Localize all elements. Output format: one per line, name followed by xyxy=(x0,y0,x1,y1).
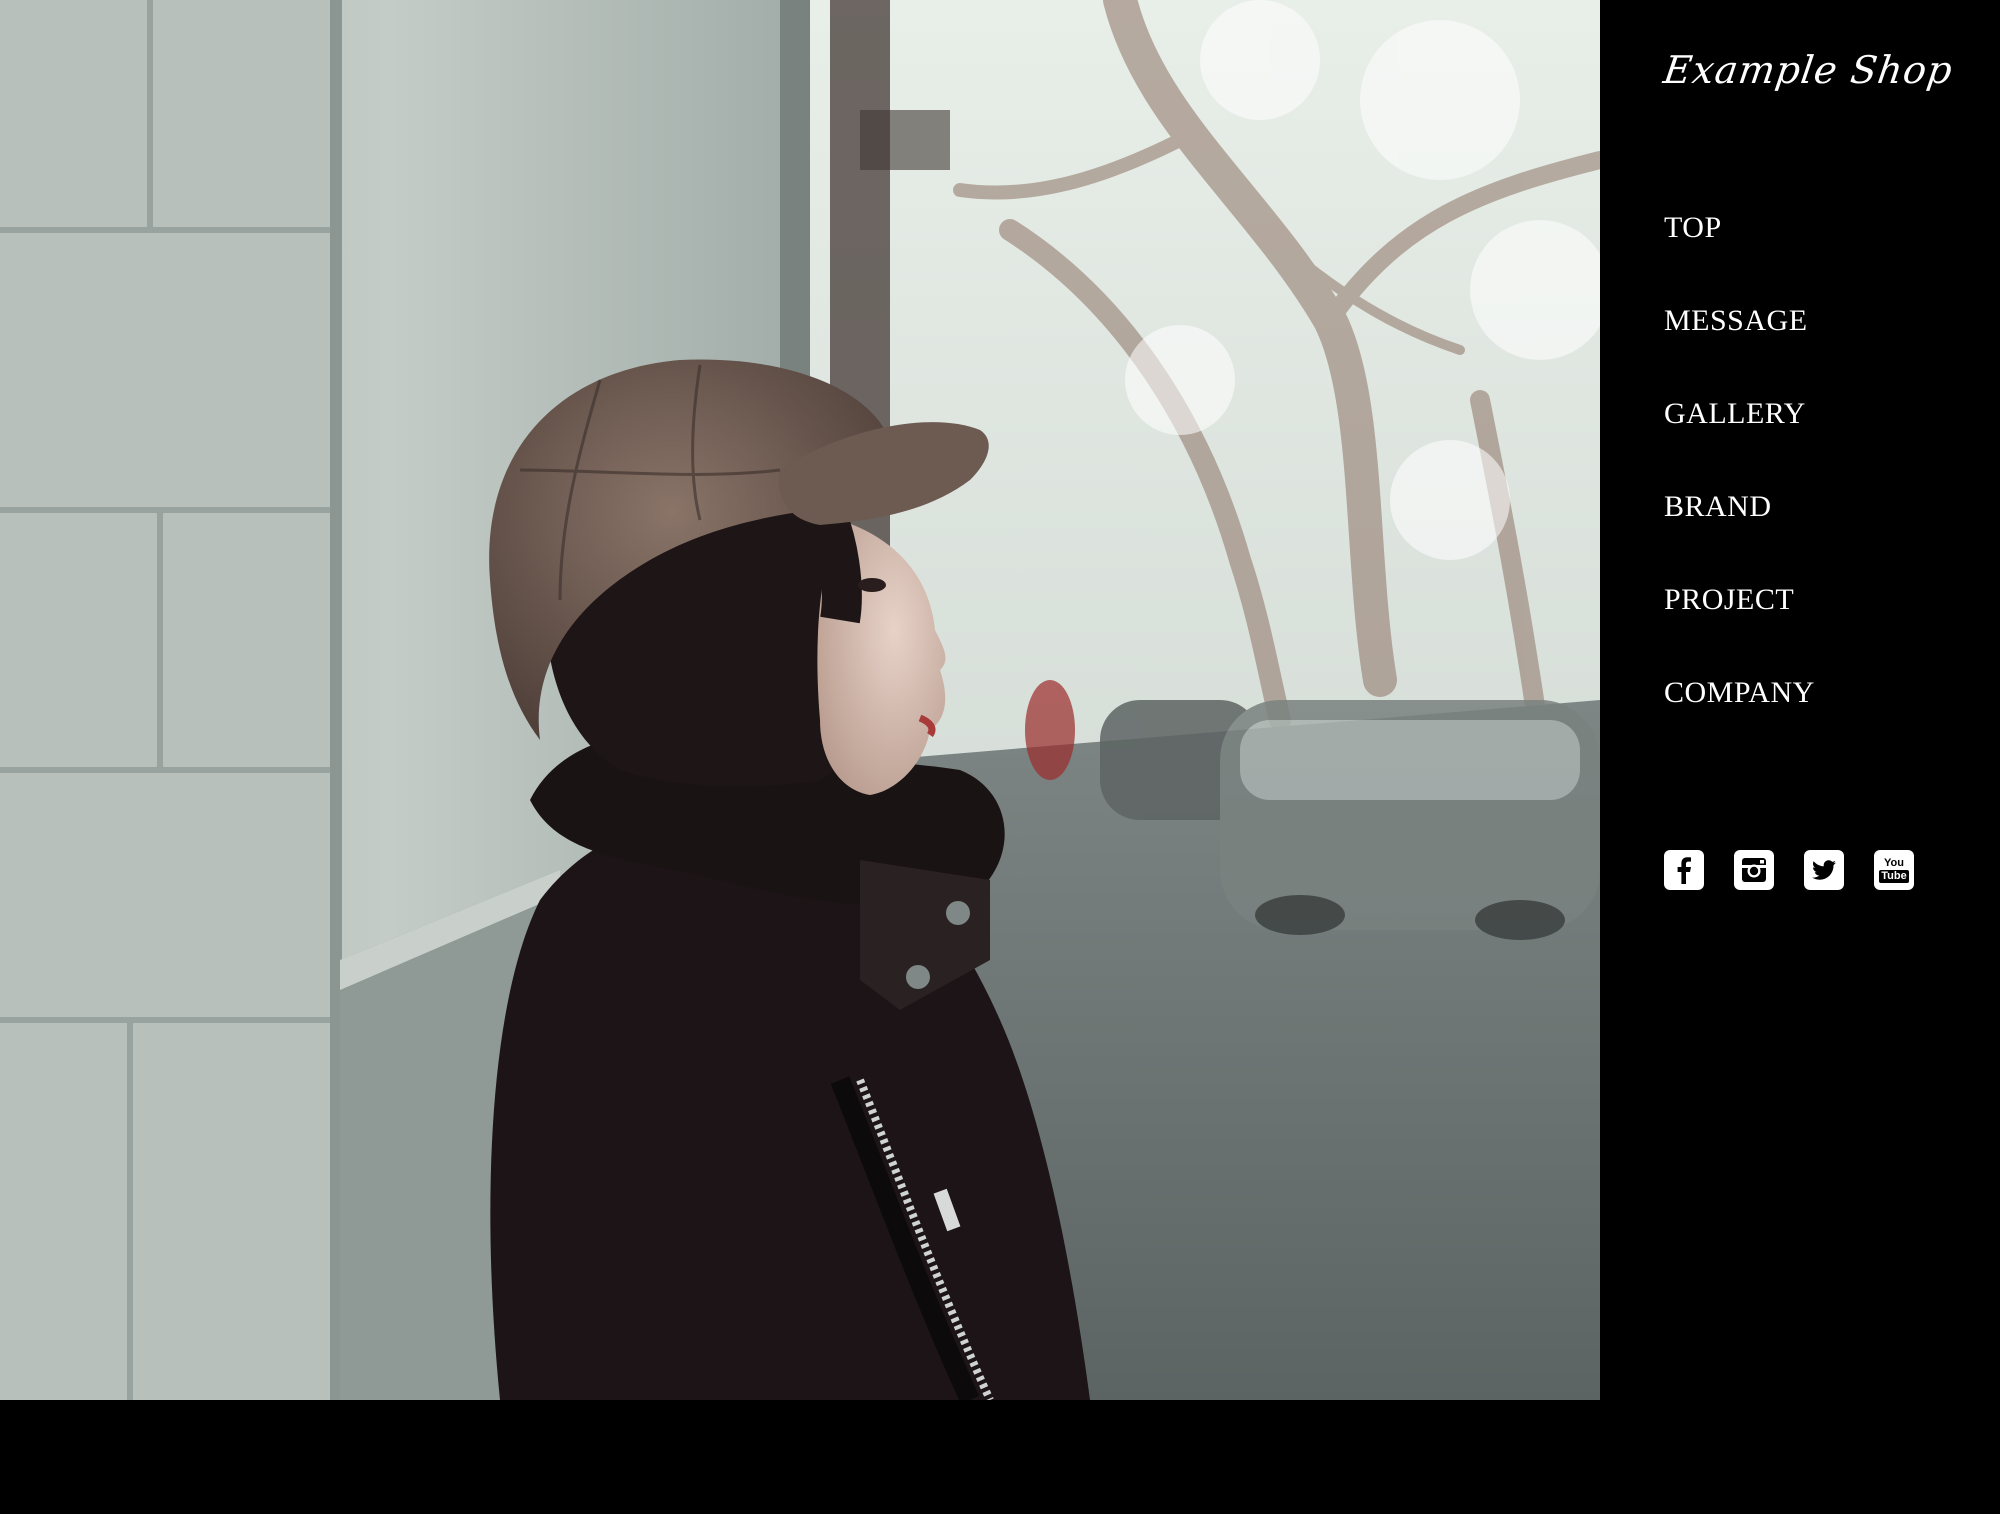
facebook-link[interactable] xyxy=(1664,850,1704,890)
nav-link-top[interactable]: TOP xyxy=(1664,200,1722,256)
youtube-link[interactable]: You Tube xyxy=(1874,850,1914,890)
nav-link-company[interactable]: COMPANY xyxy=(1664,665,1815,721)
instagram-link[interactable] xyxy=(1734,850,1774,890)
main-nav: TOP MESSAGE GALLERY BRAND PROJECT COMPAN… xyxy=(1664,200,1815,758)
nav-item-message: MESSAGE xyxy=(1664,293,1815,386)
hero-photo-illustration xyxy=(0,0,1600,1400)
youtube-text-top: You xyxy=(1884,856,1904,869)
nav-item-project: PROJECT xyxy=(1664,572,1815,665)
youtube-icon: You Tube xyxy=(1874,850,1914,890)
nav-link-gallery[interactable]: GALLERY xyxy=(1664,386,1806,442)
youtube-text-bottom: Tube xyxy=(1879,869,1909,883)
nav-item-company: COMPANY xyxy=(1664,665,1815,758)
footer-band xyxy=(0,1400,2000,1514)
logo-link[interactable]: Example Shop xyxy=(1661,48,1956,92)
social-links: You Tube xyxy=(1664,850,1914,890)
nav-item-brand: BRAND xyxy=(1664,479,1815,572)
hero-image xyxy=(0,0,1600,1400)
facebook-icon xyxy=(1677,857,1691,884)
twitter-icon xyxy=(1812,860,1836,880)
nav-item-top: TOP xyxy=(1664,200,1815,293)
twitter-link[interactable] xyxy=(1804,850,1844,890)
nav-link-project[interactable]: PROJECT xyxy=(1664,572,1794,628)
nav-item-gallery: GALLERY xyxy=(1664,386,1815,479)
nav-link-message[interactable]: MESSAGE xyxy=(1664,293,1808,349)
sidebar: Example Shop TOP MESSAGE GALLERY BRAND P… xyxy=(1600,0,2000,1400)
page: Example Shop TOP MESSAGE GALLERY BRAND P… xyxy=(0,0,2000,1514)
instagram-icon xyxy=(1742,858,1766,882)
nav-link-brand[interactable]: BRAND xyxy=(1664,479,1772,535)
